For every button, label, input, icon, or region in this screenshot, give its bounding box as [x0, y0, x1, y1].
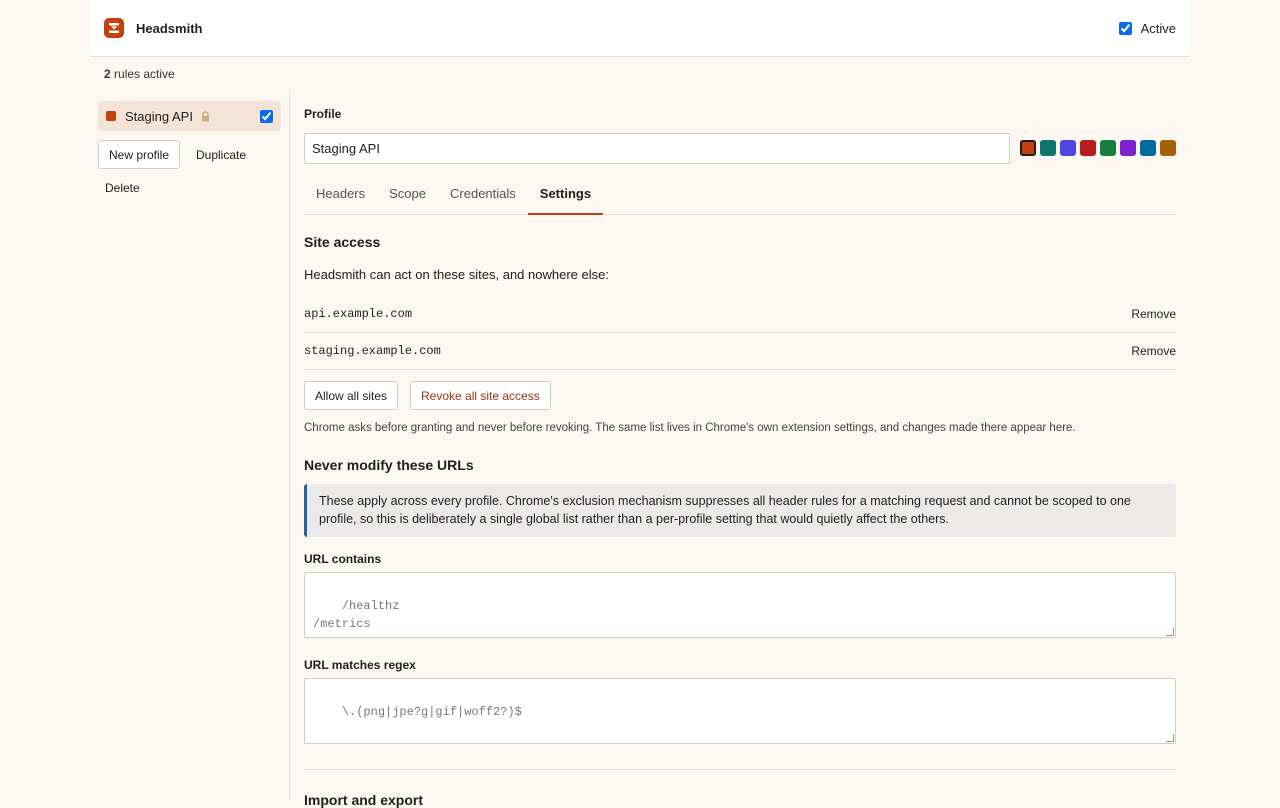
remove-site-button[interactable]: Remove: [1131, 307, 1176, 321]
headsmith-logo-icon: [104, 18, 124, 38]
profile-name-input[interactable]: [304, 133, 1010, 164]
resize-handle-icon[interactable]: [1166, 734, 1174, 742]
url-regex-value: \.(png|jpe?g|gif|woff2?)$: [341, 705, 522, 719]
active-label: Active: [1140, 20, 1176, 36]
tab-bar: Headers Scope Credentials Settings: [304, 175, 1176, 215]
profile-sidebar: Staging API New profile Duplicate Delete: [90, 91, 290, 800]
brand: Headsmith: [104, 18, 202, 38]
rules-count-suffix: rules active: [114, 67, 175, 81]
delete-button[interactable]: Delete: [95, 173, 150, 202]
remove-site-button[interactable]: Remove: [1131, 344, 1176, 358]
lock-icon: [200, 110, 211, 122]
new-profile-button[interactable]: New profile: [98, 140, 181, 169]
site-row: staging.example.com Remove: [304, 333, 1176, 370]
chrome-permissions-note: Chrome asks before granting and never be…: [304, 422, 1076, 434]
tab-settings[interactable]: Settings: [527, 175, 604, 215]
site-host: staging.example.com: [304, 344, 441, 358]
tab-scope[interactable]: Scope: [377, 175, 438, 215]
duplicate-button[interactable]: Duplicate: [186, 140, 256, 169]
tab-headers[interactable]: Headers: [304, 175, 377, 215]
active-checkbox[interactable]: [1118, 21, 1132, 35]
color-swatch[interactable]: [1100, 140, 1116, 156]
site-host: api.example.com: [304, 307, 413, 321]
site-access-description: Headsmith can act on these sites, and no…: [304, 267, 609, 282]
color-swatch[interactable]: [1160, 140, 1176, 156]
url-contains-value: /healthz /metrics: [313, 599, 400, 631]
profile-item-name: Staging API: [125, 108, 193, 124]
global-exclusion-callout: These apply across every profile. Chrome…: [304, 484, 1176, 537]
profile-color-dot: [106, 111, 116, 121]
site-row: api.example.com Remove: [304, 296, 1176, 333]
revoke-all-site-access-button[interactable]: Revoke all site access: [410, 381, 551, 410]
tab-credentials[interactable]: Credentials: [438, 175, 528, 215]
url-contains-textarea[interactable]: /healthz /metrics: [304, 572, 1176, 638]
url-regex-label: URL matches regex: [304, 658, 416, 672]
app-header: Headsmith Active: [90, 0, 1190, 57]
never-modify-heading: Never modify these URLs: [304, 457, 474, 473]
rules-count-number: 2: [104, 67, 111, 81]
rules-active-count: 2 rules active: [104, 67, 175, 81]
import-export-heading: Import and export: [304, 792, 424, 808]
profile-label: Profile: [304, 107, 342, 121]
color-swatch[interactable]: [1140, 140, 1156, 156]
url-regex-textarea[interactable]: \.(png|jpe?g|gif|woff2?)$: [304, 678, 1176, 744]
section-divider: [304, 769, 1176, 770]
app-name: Headsmith: [136, 20, 203, 36]
url-contains-label: URL contains: [304, 552, 382, 566]
resize-handle-icon[interactable]: [1166, 628, 1174, 636]
color-swatch[interactable]: [1040, 140, 1056, 156]
profile-enabled-checkbox[interactable]: [260, 109, 273, 123]
color-picker: [1020, 140, 1176, 156]
allow-all-sites-button[interactable]: Allow all sites: [304, 381, 399, 410]
color-swatch[interactable]: [1020, 140, 1036, 156]
sidebar-item-staging-api[interactable]: Staging API: [98, 101, 281, 131]
color-swatch[interactable]: [1120, 140, 1136, 156]
site-access-heading: Site access: [304, 234, 381, 250]
color-swatch[interactable]: [1060, 140, 1076, 156]
active-toggle[interactable]: Active: [1118, 20, 1176, 36]
color-swatch[interactable]: [1080, 140, 1096, 156]
